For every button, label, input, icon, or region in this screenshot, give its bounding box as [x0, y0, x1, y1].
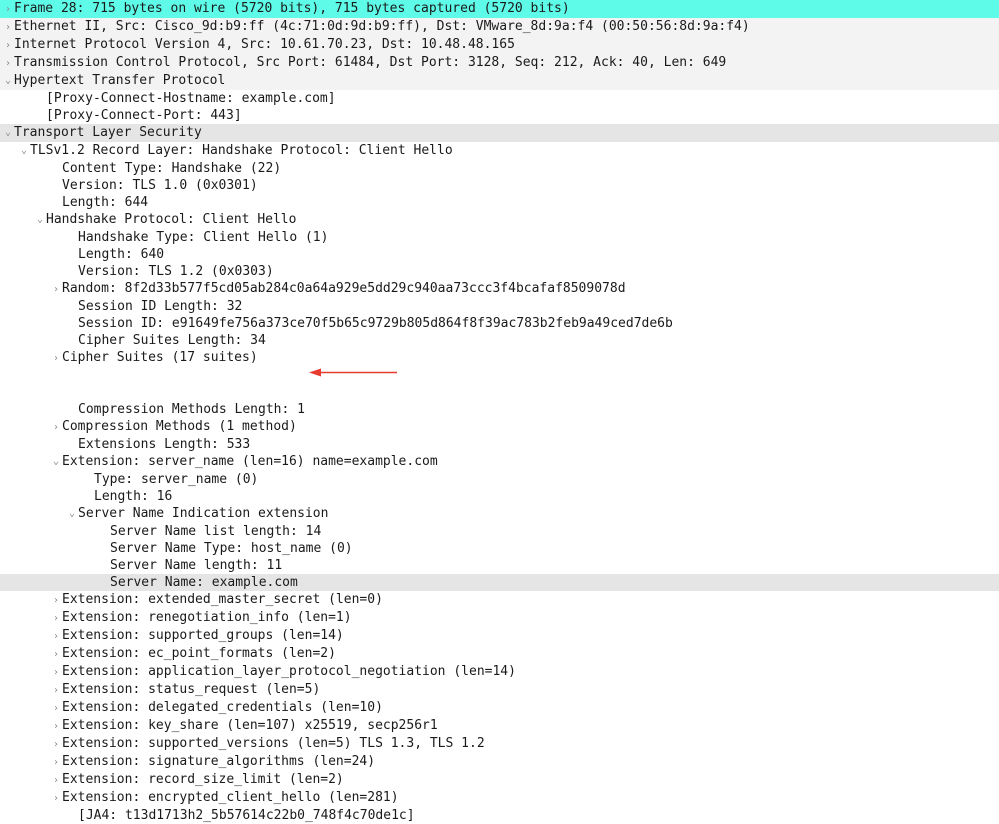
chevron-right-icon[interactable]: › — [2, 1, 14, 18]
chevron-down-icon[interactable]: ⌄ — [2, 72, 14, 89]
handshake-summary: Handshake Protocol: Client Hello — [46, 212, 296, 227]
chevron-right-icon[interactable]: › — [50, 628, 62, 645]
chevron-right-icon[interactable]: › — [50, 281, 62, 298]
chevron-right-icon[interactable]: › — [50, 736, 62, 753]
chevron-right-icon[interactable]: › — [50, 790, 62, 807]
session-id-length[interactable]: Session ID Length: 32 — [0, 298, 999, 315]
handshake-type[interactable]: Handshake Type: Client Hello (1) — [0, 229, 999, 246]
ext-sni-length[interactable]: Length: 16 — [0, 488, 999, 505]
session-id[interactable]: Session ID: e91649fe756a373ce70f5b65c972… — [0, 315, 999, 332]
compression-methods-row[interactable]: ›Compression Methods (1 method) — [0, 418, 999, 436]
compression-methods-length[interactable]: Compression Methods Length: 1 — [0, 401, 999, 418]
chevron-down-icon[interactable]: ⌄ — [66, 505, 78, 522]
packet-details-tree: ›Frame 28: 715 bytes on wire (5720 bits)… — [0, 0, 999, 824]
ja4-fingerprint[interactable]: [JA4: t13d1713h2_5b57614c22b0_748f4c70de… — [0, 807, 999, 824]
chevron-right-icon[interactable]: › — [50, 419, 62, 436]
ext-item[interactable]: ›Extension: signature_algorithms (len=24… — [0, 753, 999, 771]
handshake-length[interactable]: Length: 640 — [0, 246, 999, 263]
ext-server-name-row[interactable]: ⌄Extension: server_name (len=16) name=ex… — [0, 453, 999, 471]
chevron-right-icon[interactable]: › — [50, 700, 62, 717]
tcp-row[interactable]: ›Transmission Control Protocol, Src Port… — [0, 54, 999, 72]
ip-row[interactable]: ›Internet Protocol Version 4, Src: 10.61… — [0, 36, 999, 54]
tls-record-row[interactable]: ⌄TLSv1.2 Record Layer: Handshake Protoco… — [0, 142, 999, 160]
tls-summary: Transport Layer Security — [14, 125, 202, 140]
http-proxy-host[interactable]: [Proxy-Connect-Hostname: example.com] — [0, 90, 999, 107]
http-row[interactable]: ⌄Hypertext Transfer Protocol — [0, 72, 999, 90]
annotation-arrow-icon — [262, 349, 399, 402]
tls-record-version[interactable]: Version: TLS 1.0 (0x0301) — [0, 177, 999, 194]
chevron-right-icon[interactable]: › — [50, 664, 62, 681]
frame-row[interactable]: ›Frame 28: 715 bytes on wire (5720 bits)… — [0, 0, 999, 18]
chevron-down-icon[interactable]: ⌄ — [2, 124, 14, 141]
tls-row[interactable]: ⌄Transport Layer Security — [0, 124, 999, 142]
extensions-length[interactable]: Extensions Length: 533 — [0, 436, 999, 453]
chevron-right-icon[interactable]: › — [50, 772, 62, 789]
chevron-down-icon[interactable]: ⌄ — [34, 211, 46, 228]
sni-ext-row[interactable]: ⌄Server Name Indication extension — [0, 505, 999, 523]
ext-item[interactable]: ›Extension: application_layer_protocol_n… — [0, 663, 999, 681]
chevron-right-icon[interactable]: › — [50, 350, 62, 367]
handshake-random[interactable]: ›Random: 8f2d33b577f5cd05ab284c0a64a929e… — [0, 280, 999, 298]
http-proxy-port[interactable]: [Proxy-Connect-Port: 443] — [0, 107, 999, 124]
ext-item[interactable]: ›Extension: record_size_limit (len=2) — [0, 771, 999, 789]
ip-summary: Internet Protocol Version 4, Src: 10.61.… — [14, 37, 515, 52]
sni-name-length[interactable]: Server Name length: 11 — [0, 557, 999, 574]
tls-content-type[interactable]: Content Type: Handshake (22) — [0, 160, 999, 177]
chevron-right-icon[interactable]: › — [50, 592, 62, 609]
ext-item[interactable]: ›Extension: key_share (len=107) x25519, … — [0, 717, 999, 735]
tls-record-summary: TLSv1.2 Record Layer: Handshake Protocol… — [30, 143, 453, 158]
chevron-right-icon[interactable]: › — [50, 754, 62, 771]
ethernet-row[interactable]: ›Ethernet II, Src: Cisco_9d:b9:ff (4c:71… — [0, 18, 999, 36]
ext-item[interactable]: ›Extension: supported_groups (len=14) — [0, 627, 999, 645]
chevron-right-icon[interactable]: › — [2, 37, 14, 54]
ext-item[interactable]: ›Extension: extended_master_secret (len=… — [0, 591, 999, 609]
chevron-down-icon[interactable]: ⌄ — [18, 142, 30, 159]
ext-item[interactable]: ›Extension: delegated_credentials (len=1… — [0, 699, 999, 717]
ext-sni-type[interactable]: Type: server_name (0) — [0, 471, 999, 488]
http-summary: Hypertext Transfer Protocol — [14, 73, 225, 88]
handshake-row[interactable]: ⌄Handshake Protocol: Client Hello — [0, 211, 999, 229]
cipher-suites-length[interactable]: Cipher Suites Length: 34 — [0, 332, 999, 349]
chevron-right-icon[interactable]: › — [50, 682, 62, 699]
frame-summary: Frame 28: 715 bytes on wire (5720 bits),… — [14, 1, 570, 16]
handshake-version[interactable]: Version: TLS 1.2 (0x0303) — [0, 263, 999, 280]
sni-name-value[interactable]: Server Name: example.com — [0, 574, 999, 591]
sni-list-length[interactable]: Server Name list length: 14 — [0, 523, 999, 540]
cipher-suites-row[interactable]: ›Cipher Suites (17 suites) — [0, 349, 999, 401]
tls-record-length[interactable]: Length: 644 — [0, 194, 999, 211]
chevron-right-icon[interactable]: › — [50, 646, 62, 663]
chevron-right-icon[interactable]: › — [2, 19, 14, 36]
ext-item[interactable]: ›Extension: supported_versions (len=5) T… — [0, 735, 999, 753]
chevron-right-icon[interactable]: › — [2, 55, 14, 72]
chevron-down-icon[interactable]: ⌄ — [50, 453, 62, 470]
chevron-right-icon[interactable]: › — [50, 610, 62, 627]
chevron-right-icon[interactable]: › — [50, 718, 62, 735]
ext-item[interactable]: ›Extension: renegotiation_info (len=1) — [0, 609, 999, 627]
ethernet-summary: Ethernet II, Src: Cisco_9d:b9:ff (4c:71:… — [14, 19, 750, 34]
ext-item[interactable]: ›Extension: status_request (len=5) — [0, 681, 999, 699]
sni-name-type[interactable]: Server Name Type: host_name (0) — [0, 540, 999, 557]
tcp-summary: Transmission Control Protocol, Src Port:… — [14, 55, 726, 70]
ext-item[interactable]: ›Extension: encrypted_client_hello (len=… — [0, 789, 999, 807]
ext-item[interactable]: ›Extension: ec_point_formats (len=2) — [0, 645, 999, 663]
